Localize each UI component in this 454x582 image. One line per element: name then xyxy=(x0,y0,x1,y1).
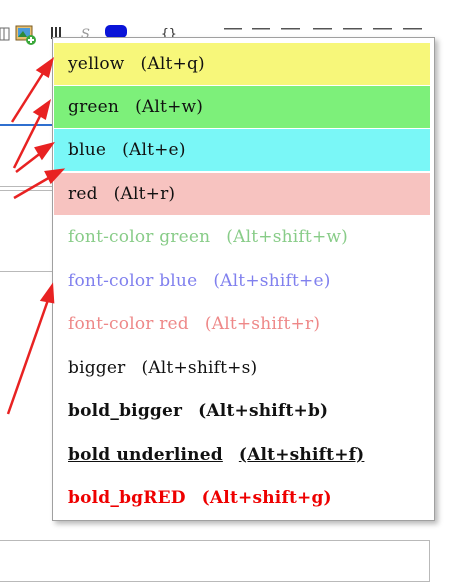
annotation-arrows xyxy=(6,57,66,415)
arrow-head xyxy=(35,57,55,78)
